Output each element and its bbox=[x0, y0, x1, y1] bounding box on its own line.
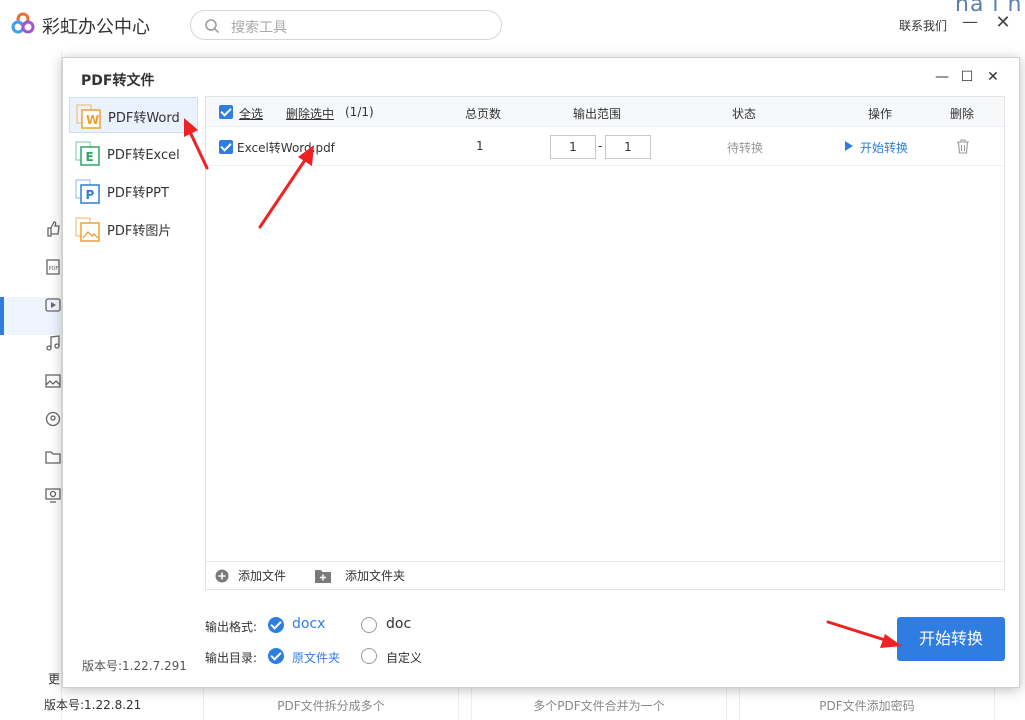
sidebar-item-label: PDF转Excel bbox=[107, 148, 180, 163]
add-folder-icon bbox=[315, 570, 331, 583]
search-input[interactable]: 搜索工具 bbox=[190, 10, 502, 40]
dialog-maximize-icon[interactable]: ☐ bbox=[958, 68, 976, 86]
pdf-convert-dialog: PDF转文件 — ☐ ✕ W PDF转Word E PDF转Excel P PD… bbox=[62, 57, 1020, 688]
more-label[interactable]: 更 bbox=[48, 670, 60, 687]
pdf-icon[interactable]: PDF bbox=[44, 258, 62, 276]
dir-custom-label[interactable]: 自定义 bbox=[386, 649, 422, 666]
col-range: 输出范围 bbox=[573, 107, 622, 121]
table-row: Excel转Word.pdf 1 1 - 1 待转换 开始转换 bbox=[206, 128, 1004, 166]
file-table-panel: 全选 删除选中 (1/1) 总页数 输出范围 状态 操作 删除 Excel转Wo… bbox=[205, 96, 1005, 590]
rainbow-logo-icon bbox=[11, 12, 35, 34]
dialog-minimize-icon[interactable]: — bbox=[933, 68, 951, 86]
location-icon[interactable] bbox=[44, 410, 62, 428]
image-file-icon bbox=[75, 217, 100, 242]
word-file-icon: W bbox=[76, 104, 101, 129]
close-icon[interactable]: ✕ bbox=[994, 12, 1012, 38]
format-doc-label[interactable]: doc bbox=[386, 616, 411, 632]
output-dir-label: 输出目录: bbox=[205, 651, 258, 665]
sidebar-item-label: PDF转图片 bbox=[107, 224, 172, 239]
sidebar-item-pdf-to-excel[interactable]: E PDF转Excel bbox=[69, 135, 198, 171]
col-action: 操作 bbox=[868, 107, 893, 121]
table-header: 全选 删除选中 (1/1) 总页数 输出范围 状态 操作 删除 bbox=[206, 97, 1004, 127]
app-title: 彩虹办公中心 bbox=[42, 17, 150, 38]
svg-text:P: P bbox=[86, 188, 95, 202]
video-icon[interactable] bbox=[44, 296, 62, 314]
sidebar-item-pdf-to-image[interactable]: PDF转图片 bbox=[69, 211, 198, 247]
app-version: 版本号:1.22.8.21 bbox=[44, 698, 142, 712]
range-separator: - bbox=[598, 139, 603, 153]
svg-text:PDF: PDF bbox=[49, 266, 59, 272]
output-format-label: 输出格式: bbox=[205, 620, 258, 634]
nav-active-indicator bbox=[0, 297, 4, 335]
col-status: 状态 bbox=[732, 107, 757, 121]
select-all-link[interactable]: 全选 bbox=[239, 105, 263, 122]
app-topbar: 彩虹办公中心 搜索工具 na l n 联系我们 — ✕ bbox=[0, 0, 1025, 50]
search-icon bbox=[205, 19, 220, 34]
dialog-close-icon[interactable]: ✕ bbox=[984, 68, 1002, 86]
row-checkbox[interactable] bbox=[219, 140, 233, 154]
sidebar-item-pdf-to-word[interactable]: W PDF转Word bbox=[69, 97, 198, 133]
svg-text:W: W bbox=[86, 113, 99, 127]
folder-icon[interactable] bbox=[44, 448, 62, 466]
contact-us-link[interactable]: 联系我们 bbox=[899, 17, 947, 34]
format-docx-radio[interactable] bbox=[268, 617, 284, 633]
row-status: 待转换 bbox=[727, 141, 764, 155]
sidebar-item-label: PDF转Word bbox=[108, 111, 180, 126]
dialog-title: PDF转文件 bbox=[81, 73, 155, 89]
ppt-file-icon: P bbox=[75, 179, 100, 204]
music-icon[interactable] bbox=[44, 334, 62, 352]
format-doc-radio[interactable] bbox=[361, 617, 377, 633]
selection-count: (1/1) bbox=[345, 105, 374, 119]
range-from-input[interactable]: 1 bbox=[550, 135, 596, 159]
page-count: 1 bbox=[476, 139, 484, 153]
monitor-icon[interactable] bbox=[44, 486, 62, 504]
dir-original-label[interactable]: 原文件夹 bbox=[292, 649, 340, 666]
add-folder-button[interactable]: 添加文件夹 bbox=[345, 567, 405, 584]
image-icon[interactable] bbox=[44, 372, 62, 390]
table-footer: 添加文件 添加文件夹 bbox=[206, 561, 1004, 589]
svg-text:E: E bbox=[86, 150, 94, 164]
search-placeholder: 搜索工具 bbox=[231, 20, 287, 36]
play-icon[interactable] bbox=[845, 141, 853, 151]
select-all-checkbox[interactable] bbox=[219, 105, 233, 119]
dialog-version: 版本号:1.22.7.291 bbox=[82, 659, 187, 673]
start-convert-button[interactable]: 开始转换 bbox=[897, 617, 1005, 661]
sidebar-item-label: PDF转PPT bbox=[107, 186, 169, 201]
minimize-icon[interactable]: — bbox=[962, 12, 978, 38]
format-docx-label[interactable]: docx bbox=[292, 616, 325, 632]
add-file-button[interactable]: 添加文件 bbox=[238, 567, 286, 584]
delete-selected-link[interactable]: 删除选中 bbox=[286, 105, 334, 122]
range-to-input[interactable]: 1 bbox=[605, 135, 651, 159]
file-name: Excel转Word.pdf bbox=[237, 141, 335, 155]
dir-original-radio[interactable] bbox=[268, 648, 284, 664]
dialog-sidebar: W PDF转Word E PDF转Excel P PDF转PPT PDF转图片 … bbox=[63, 95, 205, 689]
thumbs-up-icon[interactable] bbox=[44, 220, 62, 238]
row-start-convert-link[interactable]: 开始转换 bbox=[860, 139, 908, 156]
add-circle-icon bbox=[215, 569, 229, 583]
trash-icon[interactable] bbox=[956, 139, 970, 154]
sidebar-item-pdf-to-ppt[interactable]: P PDF转PPT bbox=[69, 173, 198, 209]
col-pages: 总页数 bbox=[465, 107, 502, 121]
dir-custom-radio[interactable] bbox=[361, 648, 377, 664]
left-nav: PDF bbox=[0, 50, 62, 720]
col-delete: 删除 bbox=[950, 107, 975, 121]
excel-file-icon: E bbox=[75, 141, 100, 166]
